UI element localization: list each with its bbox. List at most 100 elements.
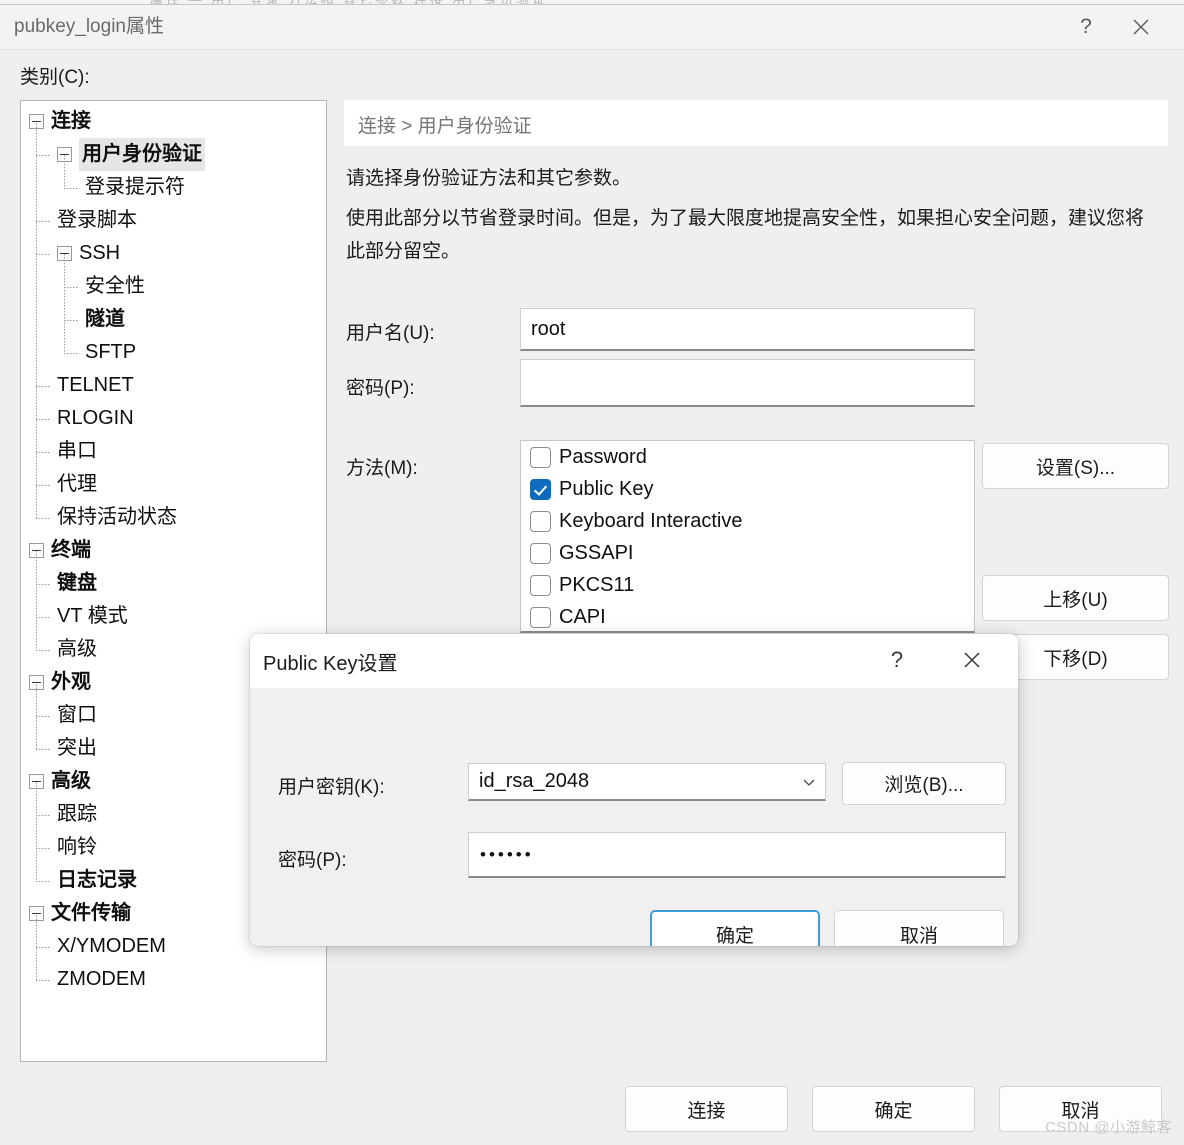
tree-item-label: 窗口 <box>57 704 97 726</box>
tree-guide-line <box>36 616 51 618</box>
tree-item-label: 用户身份验证 <box>79 138 205 171</box>
tree-guide-line <box>36 814 51 816</box>
method-row[interactable]: Keyboard Interactive <box>521 505 974 537</box>
tree-item[interactable]: TELNET <box>21 369 326 402</box>
properties-button[interactable]: 设置(S)... <box>982 443 1169 489</box>
dialog-cancel-button[interactable]: 取消 <box>834 910 1004 946</box>
tree-item[interactable]: RLOGIN <box>21 402 326 435</box>
methods-listbox[interactable]: Password Public Key Keyboard Interactive GS… <box>520 440 975 633</box>
watermark: CSDN @小游鲸客 <box>1045 1119 1172 1136</box>
tree-item-label: 日志记录 <box>57 869 137 891</box>
tree-item-label: 突出 <box>57 737 97 759</box>
tree-item-label: 安全性 <box>85 275 145 297</box>
help-icon[interactable]: ? <box>1063 5 1109 49</box>
browse-button[interactable]: 浏览(B)... <box>842 762 1006 805</box>
tree-item-label: 键盘 <box>57 572 97 594</box>
tree-item-label: ZMODEM <box>57 968 146 990</box>
tree-guide-line <box>36 979 51 981</box>
method-row[interactable]: Password <box>521 441 974 473</box>
tree-guide-line <box>36 847 51 849</box>
password-input[interactable] <box>520 359 975 407</box>
method-row[interactable]: CAPI <box>521 601 974 631</box>
tree-item[interactable]: SSH <box>21 237 326 270</box>
move-up-button[interactable]: 上移(U) <box>982 575 1169 621</box>
method-row[interactable]: GSSAPI <box>521 537 974 569</box>
tree-guide-line <box>64 286 79 288</box>
tree-item-label: 登录提示符 <box>85 176 185 198</box>
method-label: Public Key <box>559 477 654 500</box>
tree-guide-line <box>36 748 51 750</box>
username-input[interactable]: root <box>520 308 975 351</box>
tree-item[interactable]: 登录脚本 <box>21 204 326 237</box>
method-label: Keyboard Interactive <box>559 509 743 532</box>
tree-item-label: 跟踪 <box>57 803 97 825</box>
tree-item-label: 终端 <box>51 539 91 561</box>
tree-guide-line <box>36 517 51 519</box>
tree-guide-line <box>36 121 37 518</box>
tree-item[interactable]: ZMODEM <box>21 963 326 996</box>
ok-button[interactable]: 确定 <box>812 1086 975 1132</box>
tree-guide-line <box>36 385 51 387</box>
tree-item-label: SFTP <box>85 341 137 363</box>
tree-item[interactable]: 键盘 <box>21 567 326 600</box>
password-label: 密码(P): <box>346 378 415 399</box>
checkbox-icon[interactable] <box>530 510 551 532</box>
description-line-1: 请选择身份验证方法和其它参数。 <box>346 168 632 189</box>
tree-guide-line <box>64 253 65 353</box>
tree-item[interactable]: 串口 <box>21 435 326 468</box>
checkbox-icon[interactable] <box>530 446 551 468</box>
tree-item-label: 高级 <box>51 770 91 792</box>
method-row[interactable]: Public Key <box>521 473 974 505</box>
window-title: pubkey_login属性 <box>14 16 164 37</box>
dialog-ok-button[interactable]: 确定 <box>650 910 820 946</box>
dialog-help-icon[interactable]: ? <box>874 636 920 684</box>
tree-item-label: VT 模式 <box>57 605 128 627</box>
tree-guide-line <box>36 451 51 453</box>
tree-item-label: 隧道 <box>85 308 125 330</box>
checkbox-icon[interactable] <box>530 542 551 564</box>
window-titlebar: pubkey_login属性 ? <box>0 5 1184 50</box>
tree-guide-line <box>36 649 51 651</box>
method-label: Password <box>559 445 647 468</box>
tree-guide-line <box>36 484 51 486</box>
tree-item[interactable]: 代理 <box>21 468 326 501</box>
method-row[interactable]: PKCS11 <box>521 569 974 601</box>
tree-item-label: 响铃 <box>57 836 97 858</box>
tree-item-label: 串口 <box>57 440 97 462</box>
tree-item-label: 文件传输 <box>51 902 131 924</box>
tree-guide-line <box>36 946 51 948</box>
checkbox-checked-icon[interactable] <box>530 478 551 500</box>
close-icon[interactable] <box>1118 5 1164 49</box>
tree-item-label: 外观 <box>51 671 91 693</box>
tree-item[interactable]: 用户身份验证 <box>21 138 326 171</box>
tree-item[interactable]: VT 模式 <box>21 600 326 633</box>
tree-guide-line <box>36 154 51 156</box>
tree-guide-line <box>36 550 37 650</box>
dialog-close-icon[interactable] <box>949 636 995 684</box>
tree-guide-line <box>36 715 51 717</box>
tree-guide-line <box>36 253 51 255</box>
tree-item[interactable]: 保持活动状态 <box>21 501 326 534</box>
tree-guide-line <box>36 418 51 420</box>
chevron-down-icon <box>801 774 817 790</box>
tree-item-label: 保持活动状态 <box>57 506 177 528</box>
tree-guide-line <box>64 154 65 188</box>
checkbox-icon[interactable] <box>530 574 551 596</box>
dialog-title: Public Key设置 <box>263 653 398 675</box>
tree-guide-line <box>64 187 79 189</box>
method-label: PKCS11 <box>559 573 635 596</box>
dialog-body: 用户密钥(K): id_rsa_2048 浏览(B)... 密码(P): •••… <box>250 688 1018 946</box>
tree-guide-line <box>36 220 51 222</box>
checkbox-icon[interactable] <box>530 606 551 628</box>
user-key-combobox[interactable]: id_rsa_2048 <box>468 763 826 801</box>
description-line-2: 使用此部分以节省登录时间。但是，为了最大限度地提高安全性，如果担心安全问题，建议… <box>346 208 1145 262</box>
category-label: 类别(C): <box>20 67 90 88</box>
dialog-password-input[interactable]: •••••• <box>468 832 1006 878</box>
tree-item[interactable]: 连接 <box>21 105 326 138</box>
tree-item-label: TELNET <box>57 374 134 396</box>
tree-guide-line <box>64 319 79 321</box>
method-label: GSSAPI <box>559 541 634 564</box>
tree-item[interactable]: 终端 <box>21 534 326 567</box>
public-key-settings-dialog: Public Key设置 ? 用户密钥(K): id_rsa_2048 浏览(B… <box>250 634 1018 946</box>
connect-button[interactable]: 连接 <box>625 1086 788 1132</box>
